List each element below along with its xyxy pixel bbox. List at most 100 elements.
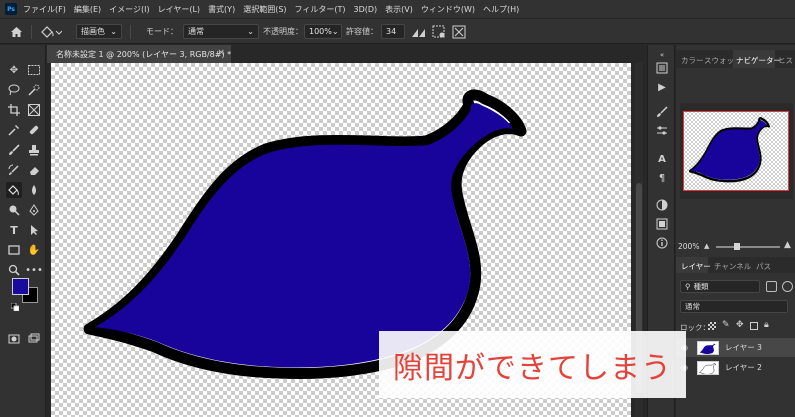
info-panel-icon[interactable] [654, 236, 670, 250]
menu-3d[interactable]: 3D(D) [354, 5, 378, 14]
tab-color[interactable]: カラー [681, 55, 704, 66]
search-icon: ⚲ [685, 282, 691, 291]
annotation-caption: 隙間ができてしまう [379, 331, 686, 398]
zoom-value[interactable]: 200% [678, 242, 699, 251]
adjustments-icon[interactable] [654, 124, 670, 138]
zoom-slider-handle[interactable] [734, 243, 740, 250]
eyedropper-tool-icon[interactable] [6, 122, 22, 138]
tolerance-input[interactable]: 34 [381, 24, 405, 39]
tab-paths[interactable]: パス [756, 261, 771, 272]
chevron-down-icon: ⌄ [247, 27, 254, 36]
more-tools-icon[interactable]: ••• [25, 262, 43, 278]
layer-name: レイヤー 3 [725, 343, 762, 352]
navigator-preview[interactable] [680, 103, 793, 199]
tab-navigator[interactable]: ナビゲーター [736, 55, 781, 66]
default-colors-icon[interactable] [10, 302, 20, 312]
rectangle-tool-icon[interactable] [6, 242, 22, 258]
styles-panel-icon[interactable] [654, 198, 670, 212]
layer-row[interactable]: ◉ レイヤー 3 [676, 338, 795, 357]
menu-layer[interactable]: レイヤー(L) [158, 4, 200, 15]
lock-paint-icon[interactable]: ✎ [722, 320, 730, 330]
foreground-color-swatch[interactable] [12, 278, 29, 295]
pixel-filter-icon[interactable] [766, 281, 777, 292]
document-tab-title: 名称未設定 1 @ 200% (レイヤー 3, RGB/8#) * [56, 49, 232, 59]
menu-image[interactable]: イメージ(I) [109, 4, 149, 15]
path-selection-tool-icon[interactable] [26, 222, 42, 238]
brush-settings-icon[interactable] [654, 105, 670, 119]
layer-row[interactable]: ◉ レイヤー 2 [676, 358, 795, 377]
move-tool-icon[interactable]: ✥ [6, 62, 22, 78]
history-brush-tool-icon[interactable] [6, 162, 22, 178]
zoom-in-icon[interactable]: ▲ [784, 240, 791, 250]
layer-filter-select[interactable]: ⚲ 種類 [680, 280, 760, 293]
quick-select-tool-icon[interactable] [26, 82, 42, 98]
annotation-text: 隙間ができてしまう [393, 350, 672, 386]
document-tab[interactable]: 名称未設定 1 @ 200% (レイヤー 3, RGB/8#) * × [47, 45, 231, 63]
actions-panel-icon[interactable]: ▶ [654, 80, 670, 94]
type-tool-icon[interactable]: T [6, 222, 22, 238]
adjustment-filter-icon[interactable] [782, 281, 793, 292]
blend-mode-value: 通常 [685, 302, 700, 311]
close-icon[interactable]: × [217, 48, 225, 58]
menu-edit[interactable]: 編集(E) [74, 4, 101, 15]
marquee-tool-icon[interactable] [26, 62, 42, 78]
blur-tool-icon[interactable] [26, 182, 42, 198]
anti-alias-icon[interactable] [411, 23, 427, 40]
contiguous-icon[interactable] [431, 23, 447, 40]
separator [130, 25, 131, 39]
character-panel-icon[interactable]: A [654, 152, 670, 166]
fill-source-select[interactable]: 描画色 ⌄ [76, 24, 122, 39]
tab-layers[interactable]: レイヤー [681, 261, 711, 272]
crop-tool-icon[interactable] [6, 102, 22, 118]
libraries-panel-icon[interactable] [654, 217, 670, 231]
menu-help[interactable]: ヘルプ(H) [483, 4, 519, 15]
opacity-value: 100% [309, 27, 332, 36]
lock-all-icon[interactable]: 🔒︎ [764, 320, 769, 330]
lock-move-icon[interactable]: ✥ [736, 320, 744, 330]
layer-thumbnail [697, 360, 719, 375]
navigator-view-frame[interactable] [683, 111, 789, 191]
history-panel-icon[interactable] [654, 61, 670, 75]
tab-channels[interactable]: チャンネル [714, 261, 751, 272]
zoom-out-icon[interactable]: ▲ [704, 242, 709, 250]
collapse-panels-icon[interactable]: « [654, 48, 670, 62]
paragraph-panel-icon[interactable]: ¶ [654, 171, 670, 185]
separator [31, 25, 32, 39]
dodge-tool-icon[interactable] [6, 202, 22, 218]
menu-select[interactable]: 選択範囲(S) [243, 4, 286, 15]
menu-file[interactable]: ファイル(F) [23, 4, 66, 15]
lasso-tool-icon[interactable] [6, 82, 22, 98]
app-logo[interactable]: Ps [5, 3, 17, 15]
quick-mask-icon[interactable] [6, 331, 22, 347]
mode-select[interactable]: 通常 ⌄ [183, 24, 259, 39]
screen-mode-icon[interactable] [26, 331, 42, 347]
document-tab-strip: 名称未設定 1 @ 200% (レイヤー 3, RGB/8#) * × [47, 45, 643, 63]
paint-bucket-tool-icon[interactable] [6, 182, 22, 198]
zoom-tool-icon[interactable] [6, 262, 22, 278]
hand-tool-icon[interactable]: ✋ [26, 242, 42, 258]
opacity-input[interactable]: 100% ⌄ [304, 24, 342, 39]
frame-tool-icon[interactable] [26, 102, 42, 118]
menu-view[interactable]: 表示(V) [385, 4, 413, 15]
menu-filter[interactable]: フィルター(T) [295, 4, 346, 15]
clone-stamp-tool-icon[interactable] [26, 142, 42, 158]
filter-kind-value: 種類 [693, 282, 709, 291]
opacity-label: 不透明度： [263, 27, 303, 36]
paint-bucket-preset-icon[interactable] [38, 23, 64, 40]
brush-tool-icon[interactable] [6, 142, 22, 158]
lock-transparency-icon[interactable] [708, 322, 716, 330]
healing-brush-tool-icon[interactable] [26, 122, 42, 138]
home-icon[interactable] [8, 23, 24, 40]
menu-window[interactable]: ウィンドウ(W) [421, 4, 475, 15]
eraser-tool-icon[interactable] [26, 162, 42, 178]
lock-artboard-icon[interactable] [750, 322, 758, 330]
menu-bar: Ps ファイル(F) 編集(E) イメージ(I) レイヤー(L) 書式(Y) 選… [0, 0, 795, 18]
pen-tool-icon[interactable] [26, 202, 42, 218]
all-layers-icon[interactable] [451, 23, 467, 40]
chevron-down-icon: ⌄ [110, 27, 117, 36]
tab-history[interactable]: ヒス [778, 55, 793, 66]
blend-mode-select[interactable]: 通常 [680, 300, 788, 313]
layer-thumbnail [697, 340, 719, 355]
menu-type[interactable]: 書式(Y) [208, 4, 235, 15]
zoom-slider-track[interactable] [716, 246, 780, 248]
